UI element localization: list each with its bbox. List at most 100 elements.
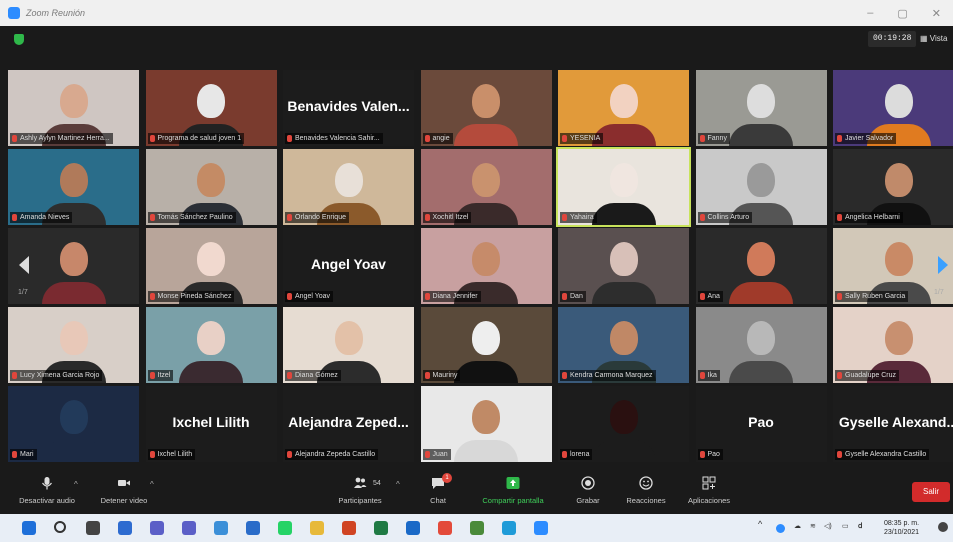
video-options-caret-icon[interactable]: ^ (150, 480, 154, 489)
participant-tile[interactable]: Angelica Helbarni (833, 149, 953, 225)
participant-tile[interactable]: Gyselle Alexand... Gyselle Alexandra Cast… (833, 386, 953, 462)
participant-name-tag: Ixchel Lilith (147, 449, 196, 460)
notifications-icon[interactable] (938, 522, 948, 532)
participant-tile[interactable]: Collins Arturo (695, 149, 827, 225)
participant-tile[interactable]: Benavides Valen... Benavides Valencia Sah… (283, 70, 414, 146)
security-shield-icon[interactable] (14, 34, 24, 45)
participant-tile[interactable]: Yahaira (556, 147, 691, 227)
participant-tile[interactable]: Programa de salud joven 1 (145, 70, 277, 146)
participant-tile[interactable]: Itzel (145, 307, 277, 383)
zoom-tray-icon[interactable] (776, 524, 785, 533)
participant-tile[interactable]: YESENIA (558, 70, 689, 146)
taskbar-clock[interactable]: 08:35 p. m. 23/10/2021 (884, 519, 919, 537)
stop-video-button[interactable]: Detener video (94, 476, 154, 505)
leave-button[interactable]: Salir (912, 482, 950, 502)
participants-button[interactable]: Participantes (330, 476, 390, 505)
participant-name-tag: lorena (560, 449, 593, 460)
participant-tile[interactable]: Dan (558, 228, 689, 304)
maximize-button[interactable]: ▢ (897, 7, 907, 20)
participant-name-tag: Monse Pineda Sánchez (147, 291, 235, 302)
minimize-button[interactable]: – (867, 7, 873, 20)
participant-tile[interactable]: Alejandra Zeped... Alejandra Zepeda Casti… (283, 386, 414, 462)
chrome-icon[interactable] (438, 521, 452, 535)
participant-tile[interactable]: Diana Gómez (283, 307, 414, 383)
close-button[interactable]: ✕ (932, 7, 941, 20)
video-label: Detener video (100, 496, 148, 505)
tray-overflow-chevron-icon[interactable]: ^ (758, 519, 762, 529)
participant-tile[interactable]: Tomás Sánchez Paulino (145, 149, 277, 225)
battery-icon[interactable]: ▭ (842, 522, 849, 530)
muted-mic-icon (699, 214, 705, 221)
edge-icon[interactable] (502, 521, 516, 535)
windows-start-icon[interactable] (22, 521, 36, 535)
outlook-icon[interactable] (406, 521, 420, 535)
participant-tile[interactable]: Diana Jennifer (420, 228, 552, 304)
file-explorer-icon[interactable] (310, 521, 324, 535)
teams-icon[interactable] (182, 521, 196, 535)
onedrive-tray-icon[interactable]: ☁ (794, 522, 801, 530)
participant-tile[interactable]: angie (420, 70, 552, 146)
whatsapp-icon[interactable] (278, 521, 292, 535)
participant-tile[interactable]: lorena (558, 386, 689, 462)
search-icon[interactable] (54, 521, 66, 533)
zoom-icon[interactable] (534, 521, 548, 535)
muted-mic-icon (424, 135, 430, 142)
participant-tile[interactable]: Mauriny (420, 307, 552, 383)
task-view-icon[interactable] (86, 521, 100, 535)
participant-name-tag: Ana (697, 291, 723, 302)
chrome-alt-icon[interactable] (470, 521, 484, 535)
participant-tile[interactable]: Lucy Ximena Garcia Rojo (8, 307, 139, 383)
record-button[interactable]: Grabar (568, 476, 608, 505)
participant-tile[interactable]: Ana (695, 228, 827, 304)
view-button[interactable]: ▦ Vista (920, 31, 947, 47)
participant-face (747, 321, 775, 355)
participant-name: Ika (707, 372, 717, 379)
participant-name: Sally Ruben Garcia (845, 293, 906, 300)
participant-name-tag: Kendra Carmona Marquez (560, 370, 656, 381)
wifi-icon[interactable]: ≋ (810, 522, 816, 530)
participant-tile[interactable]: Xochitl Itzel (420, 149, 552, 225)
participants-caret-icon[interactable]: ^ (396, 480, 400, 489)
next-page-arrow-icon[interactable] (937, 255, 949, 275)
muted-mic-icon (12, 214, 17, 221)
participant-tile[interactable]: Javier Salvador (833, 70, 953, 146)
muted-mic-icon (287, 135, 292, 142)
participant-body (179, 361, 243, 383)
share-screen-button[interactable]: Compartir pantalla (470, 476, 556, 505)
share-label: Compartir pantalla (482, 496, 544, 505)
participant-name-tag: Pao (697, 449, 723, 460)
chat-unread-badge: 1 (442, 473, 452, 483)
participant-tile[interactable]: Orlando Enrique (283, 149, 414, 225)
apps-button[interactable]: Aplicaciones (680, 476, 738, 505)
language-indicator-icon[interactable]: ⅾ (858, 522, 862, 530)
audio-options-caret-icon[interactable]: ^ (74, 480, 78, 489)
participant-tile[interactable]: Mari (8, 386, 139, 462)
participant-tile[interactable]: Angel Yoav Angel Yoav (283, 228, 414, 304)
excel-icon[interactable] (374, 521, 388, 535)
participant-tile[interactable]: Kendra Carmona Marquez (558, 307, 689, 383)
participant-tile[interactable]: Fanny (695, 70, 827, 146)
volume-icon[interactable]: ◁) (824, 522, 832, 530)
powerpoint-icon[interactable] (342, 521, 356, 535)
desktop-icon[interactable] (214, 521, 228, 535)
previous-page-arrow-icon[interactable] (18, 255, 30, 275)
participant-tile[interactable]: Juan (420, 386, 552, 462)
chat-button[interactable]: Chat (418, 476, 458, 505)
mute-button[interactable]: Desactivar audio (12, 476, 82, 505)
muted-mic-icon (699, 372, 705, 379)
participant-name: Orlando Enrique (295, 214, 346, 221)
participant-tile[interactable]: Amanda Nieves (8, 149, 139, 225)
participant-name-tag: Mari (10, 449, 37, 460)
participant-tile[interactable]: Pao Pao (695, 386, 827, 462)
reactions-button[interactable]: Reacciones (620, 476, 672, 505)
widgets-icon[interactable] (118, 521, 132, 535)
participant-body (729, 124, 793, 146)
participant-tile[interactable]: Monse Pineda Sánchez (145, 228, 277, 304)
chat-icon[interactable] (150, 521, 164, 535)
participant-tile[interactable]: Ika (695, 307, 827, 383)
store-icon[interactable] (246, 521, 260, 535)
participant-name-tag: Lucy Ximena Garcia Rojo (10, 370, 103, 381)
participant-tile[interactable]: Ashly Aylyn Martinez Herra... (8, 70, 139, 146)
participant-tile[interactable]: Ixchel Lilith Ixchel Lilith (145, 386, 277, 462)
participant-tile[interactable]: Guadalupe Cruz (833, 307, 953, 383)
